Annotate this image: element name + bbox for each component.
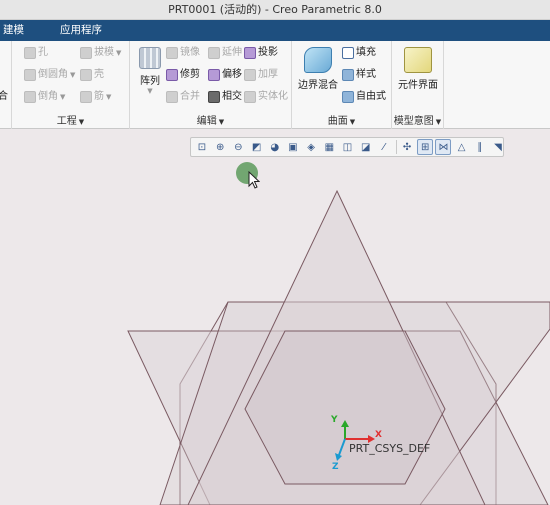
model-surfaces [127,189,550,505]
chevron-down-icon: ▼ [116,49,122,57]
offset-button[interactable]: 偏移 [208,67,242,83]
chamfer-button[interactable]: 倒角 ▼ [24,89,65,105]
round-icon [24,69,36,81]
zoom-in-icon[interactable]: ⊕ [212,139,228,155]
section-icon[interactable]: ◫ [340,139,356,155]
window-title-bar: PRT0001 (活动的) - Creo Parametric 8.0 [0,0,550,20]
refit-icon[interactable]: ⊡ [194,139,210,155]
tab-model[interactable]: 建模 [0,20,30,41]
chevron-down-icon: ▼ [70,71,76,79]
zoom-out-icon[interactable]: ⊖ [230,139,246,155]
trim-icon [166,69,178,81]
ribbon-group-engineering: 孔 拔模 ▼ 倒圆角 ▼ 壳 倒角 ▼ 筋 ▼ 工程 ▼ [12,41,130,129]
hole-icon [24,47,36,59]
surfaces-group-label[interactable]: 曲面 ▼ [292,112,391,127]
ribbon-group-surfaces: 边界混合 填充 样式 自由式 曲面 ▼ [292,41,392,129]
ribbon-group-editing: 阵列 ▼ 镜像 延伸 投影 修剪 偏移 加厚 合并 相交 实体化 编辑 ▼ [130,41,292,129]
mirror-button[interactable]: 镜像 [166,45,200,61]
ribbon: 合 孔 拔模 ▼ 倒圆角 ▼ 壳 倒角 ▼ 筋 ▼ 工程 ▼ 阵列 ▼ 镜像 延… [0,41,550,129]
ribbon-group-model-intent: 元件界面 模型意图 ▼ [392,41,444,129]
hole-button[interactable]: 孔 [24,45,48,61]
thicken-icon [244,69,256,81]
pattern-icon [139,47,161,69]
solidify-icon [244,91,256,103]
freestyle-icon [342,91,354,103]
in-graphics-toolbar: ⊡ ⊕ ⊖ ◩ ◕ ▣ ◈ ▦ ◫ ◪ ⁄ ✣ ⊞ ⋈ △ ∥ ◥ [190,137,504,157]
rib-button[interactable]: 筋 ▼ [80,89,111,105]
merge-icon [166,91,178,103]
axis-z-label: Z [332,462,339,472]
mirror-icon [166,47,178,59]
partial-merge-label[interactable]: 合 [0,89,8,105]
annotation-display-icon[interactable]: ◪ [358,139,374,155]
boundary-blend-icon [304,47,332,73]
surface-inner-hexagon[interactable] [244,330,446,485]
component-interface-button[interactable]: 元件界面 [394,47,442,91]
fill-icon [342,47,354,59]
model-intent-group-label[interactable]: 模型意图 ▼ [392,112,443,127]
chevron-down-icon: ▼ [78,118,85,126]
boundary-blend-button[interactable]: 边界混合 [296,47,340,91]
thicken-button[interactable]: 加厚 [244,67,278,83]
trim-button[interactable]: 修剪 [166,67,200,83]
chevron-down-icon: ▼ [147,87,153,95]
view-manager-icon[interactable]: ◈ [303,139,319,155]
component-interface-icon [404,47,432,73]
saved-orientations-icon[interactable]: ▣ [285,139,301,155]
offset-icon [208,69,220,81]
round-button[interactable]: 倒圆角 ▼ [24,67,75,83]
axis-x-label: X [375,430,382,440]
intersect-button[interactable]: 相交 [208,89,242,105]
perspective-icon[interactable]: ▦ [321,139,337,155]
extend-icon [208,47,220,59]
draft-icon [80,47,92,59]
editing-group-label[interactable]: 编辑 ▼ [130,112,291,127]
window-title: PRT0001 (活动的) - Creo Parametric 8.0 [168,3,382,16]
extend-button[interactable]: 延伸 [208,45,242,61]
repaint-icon[interactable]: ◩ [249,139,265,155]
chamfer-icon [24,91,36,103]
intersect-icon [208,91,220,103]
graphics-viewport[interactable]: Y X Z PRT_CSYS_DEF ⊡ ⊕ ⊖ ◩ ◕ ▣ ◈ ▦ ◫ ◪ ⁄… [0,129,550,505]
display-style-icon[interactable]: ◕ [267,139,283,155]
csys-display-icon[interactable]: ⋈ [435,139,452,155]
chevron-down-icon: ▼ [218,118,225,126]
rib-icon [80,91,92,103]
tab-applications[interactable]: 应用程序 [54,20,108,41]
project-icon [244,47,256,59]
shell-icon [80,69,92,81]
style-icon [342,69,354,81]
chevron-down-icon: ▼ [435,118,442,126]
appearance-icon[interactable]: △ [454,139,470,155]
playback-icon[interactable]: ◥ [490,139,506,155]
datum-display-icon[interactable]: ⁄ [376,139,392,155]
ribbon-tab-bar: 建模 应用程序 [0,20,550,41]
datum-filter-icon[interactable]: ⊞ [417,139,434,155]
draft-button[interactable]: 拔模 ▼ [80,45,121,61]
shell-button[interactable]: 壳 [80,67,104,83]
freestyle-button[interactable]: 自由式 [342,89,386,105]
axis-y-label: Y [331,415,338,425]
chevron-down-icon: ▼ [349,118,356,126]
spin-center-icon[interactable]: ✣ [399,139,415,155]
toolbar-separator [396,140,398,154]
ribbon-group-partial: 合 [0,41,12,129]
chevron-down-icon: ▼ [60,93,66,101]
pause-icon[interactable]: ∥ [472,139,488,155]
project-button[interactable]: 投影 [244,45,278,61]
merge-button[interactable]: 合并 [166,89,200,105]
engineering-group-label[interactable]: 工程 ▼ [12,112,129,127]
mouse-cursor-icon [248,171,260,189]
style-button[interactable]: 样式 [342,67,376,83]
pattern-button[interactable]: 阵列 ▼ [135,47,165,95]
solidify-button[interactable]: 实体化 [244,89,288,105]
csys-label[interactable]: PRT_CSYS_DEF [349,442,430,455]
fill-button[interactable]: 填充 [342,45,376,61]
chevron-down-icon: ▼ [106,93,112,101]
